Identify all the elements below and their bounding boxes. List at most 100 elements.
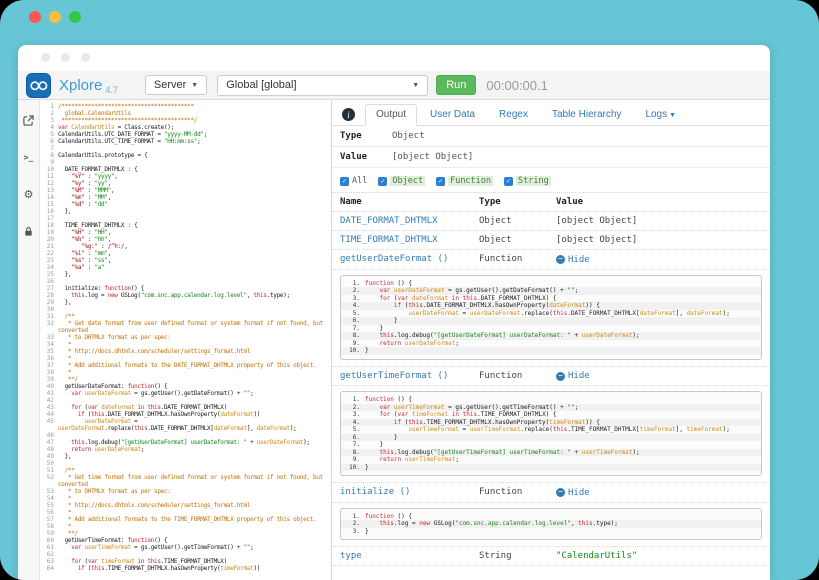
code-editor[interactable]: 1/**************************************… [40,100,332,580]
property-link[interactable]: initialize () [340,487,410,497]
checkbox-checked-icon[interactable]: ✓ [504,177,513,186]
filter-function[interactable]: ✓Function [436,176,493,186]
line-number: 31 [40,313,58,320]
code-line-text: "%M" : "MMM", [58,187,331,194]
code-line-text: * to DHTMLX format as per spec: [58,488,331,495]
code-line: 3 **************************************… [40,117,331,124]
code-line-text: DATE_FORMAT_DHTMLX : { [58,166,331,173]
code-line-text: "%d" : "dd" [58,201,331,208]
code-line-text: this.log = new GSLog("com.snc.app.calend… [58,292,331,299]
close-window-button[interactable] [29,11,41,23]
checkbox-checked-icon[interactable]: ✓ [378,177,387,186]
table-row: DATE_FORMAT_DHTMLXObject[object Object] [332,212,770,231]
minimize-window-button[interactable] [49,11,61,23]
table-row: typeString"CalendarUtils" [332,547,770,566]
code-line-text: "%Y" : "yyyy", [58,173,331,180]
tab-table-hierarchy[interactable]: Table Hierarchy [541,104,632,126]
code-line: 11 "%Y" : "yyyy", [40,173,331,180]
code-line: 52 * Get time format from user defined f… [40,474,331,488]
function-code-line: 8. this.log.debug("[getUserDateFormat] u… [341,332,761,340]
line-number: 24 [40,264,58,271]
code-line-text: "%H" : "HH", [58,229,331,236]
header-type: Type [479,197,556,207]
line-number: 10. [341,347,365,355]
code-line: 48 return userDateFormat; [40,446,331,453]
code-line-text: /** [58,313,331,320]
code-line-text [58,306,331,313]
code-line-text: this.log.debug("[getUserDateFormat] user… [58,439,331,446]
property-link[interactable]: TIME_FORMAT_DHTMLX [340,235,438,245]
terminal-icon[interactable]: >_ [22,150,36,164]
app-title: Xplore4.7 [59,77,118,94]
inner-zoom-dot [81,53,90,62]
filter-string[interactable]: ✓String [504,176,551,186]
scope-select[interactable]: Global [global] ▼ [217,75,428,96]
filter-all[interactable]: ✓All [340,176,367,186]
code-line: 4var CalendarUtils = Class.create(); [40,124,331,131]
tab-logs[interactable]: Logs ▼ [634,104,687,126]
cell-value: [object Object] [556,216,637,226]
code-line: 31 /** [40,313,331,320]
code-line-text: * Add additional formats to the TIME_FOR… [58,516,331,523]
filter-object[interactable]: ✓Object [378,176,425,186]
checkbox-checked-icon[interactable]: ✓ [436,177,445,186]
code-line: 33 * to DHTMLX format as per spec: [40,334,331,341]
line-number: 25 [40,271,58,278]
hide-link[interactable]: −Hide [556,371,590,381]
line-number: 8. [341,449,365,457]
chevron-down-icon: ▼ [412,82,419,89]
code-line: 19 "%H" : "HH", [40,229,331,236]
property-link[interactable]: DATE_FORMAT_DHTMLX [340,216,438,226]
filter-label: String [516,176,551,186]
table-row: TIME_FORMAT_DHTMLXObject[object Object] [332,231,770,250]
code-line-text: return userDateFormat; [58,446,331,453]
lock-icon[interactable] [22,224,36,238]
line-number: 21 [40,243,58,250]
code-line: 2 global.CalendarUtils [40,110,331,117]
server-dropdown-label: Server [154,79,186,91]
line-number: 17 [40,215,58,222]
gear-icon[interactable]: ⚙ [22,187,36,201]
code-line: 58 * [40,523,331,530]
line-number: 19 [40,229,58,236]
code-line: 56 * [40,509,331,516]
tab-output[interactable]: Output [365,104,417,126]
function-code-line: 1.function () { [341,280,761,288]
run-button[interactable]: Run [436,75,476,95]
code-line: 23 "%s" : "ss", [40,257,331,264]
hide-link[interactable]: −Hide [556,488,590,498]
cell-value: [object Object] [556,235,637,245]
line-number: 4 [40,124,58,131]
code-line-text [58,278,331,285]
string-value: "CalendarUtils" [556,551,637,561]
code-line: 15 "%d" : "dd" [40,201,331,208]
open-in-new-window-icon[interactable] [22,113,36,127]
line-number: 7 [40,145,58,152]
zoom-window-button[interactable] [69,11,81,23]
checkbox-checked-icon[interactable]: ✓ [340,177,349,186]
code-line: 1/**************************************… [40,103,331,110]
execution-timer: 00:00:00.1 [486,78,547,93]
code-line-text: * [58,523,331,530]
code-line-text [58,432,331,439]
line-number: 26 [40,278,58,285]
server-dropdown[interactable]: Server ▼ [145,75,207,95]
code-line-text: * Get time format from user defined form… [58,474,331,488]
summary-value: [object Object] [392,152,473,162]
code-line: 62 [40,551,331,558]
info-icon[interactable]: i [342,108,355,121]
line-number: 55 [40,502,58,509]
hide-link[interactable]: −Hide [556,255,590,265]
line-number: 3 [40,117,58,124]
tab-regex[interactable]: Regex [488,104,539,126]
code-line-text: * [58,369,331,376]
code-line: 41 var userDateFormat = gs.getUser().get… [40,390,331,397]
table-header-row: NameTypeValue [332,192,770,212]
property-link[interactable]: getUserDateFormat () [340,254,448,264]
output-content: TypeObjectValue[object Object] ✓All✓Obje… [332,126,770,580]
property-link[interactable]: getUserTimeFormat () [340,371,448,381]
property-link[interactable]: type [340,551,362,561]
tab-user-data[interactable]: User Data [419,104,486,126]
type-filters: ✓All✓Object✓Function✓String [332,168,770,192]
line-number: 36 [40,355,58,362]
